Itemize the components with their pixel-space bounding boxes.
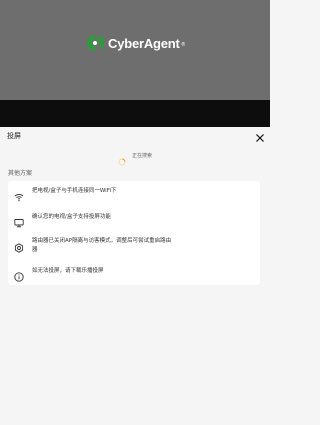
tips-card: 把电视/盒子与手机连接同一WiFi下 确认您的电视/盒子支持投屏功能 路由器已关… [8,181,260,285]
video-bottom-band [0,100,270,127]
close-icon [256,134,264,142]
cyberagent-logo: CyberAgent ® [86,33,186,53]
wifi-icon [14,187,24,202]
loading-spinner-icon [118,151,126,166]
monitor-icon [14,213,24,228]
logo-wordmark: CyberAgent [108,35,180,51]
cast-sheet: 投屏 正在搜索 其他方案 把电视/盒子与手机连接同一WiFi下 确认您的电视/盒… [0,127,270,425]
settings-icon [14,238,24,253]
tip-text: 确认您的电视/盒子支持投屏功能 [32,214,111,220]
video-player[interactable]: CyberAgent ® [0,0,270,100]
sheet-title: 投屏 [7,132,21,140]
cyberagent-logo-mark [86,34,105,52]
sheet-header: 投屏 [0,127,270,145]
searching-text: 正在搜索 [131,152,152,159]
info-icon [14,267,24,282]
section-label: 其他方案 [8,170,33,177]
tip-text: 路由器已关闭AP隔离与访客模式，调整后可尝试重启路由器 [32,238,172,253]
tip-text: 如无法投屏，请下载乐播投屏 [32,268,104,274]
close-button[interactable] [254,129,266,142]
logo-registered-mark: ® [180,42,186,48]
searching-status: 正在搜索 [0,149,270,166]
tip-text: 把电视/盒子与手机连接同一WiFi下 [32,188,117,194]
